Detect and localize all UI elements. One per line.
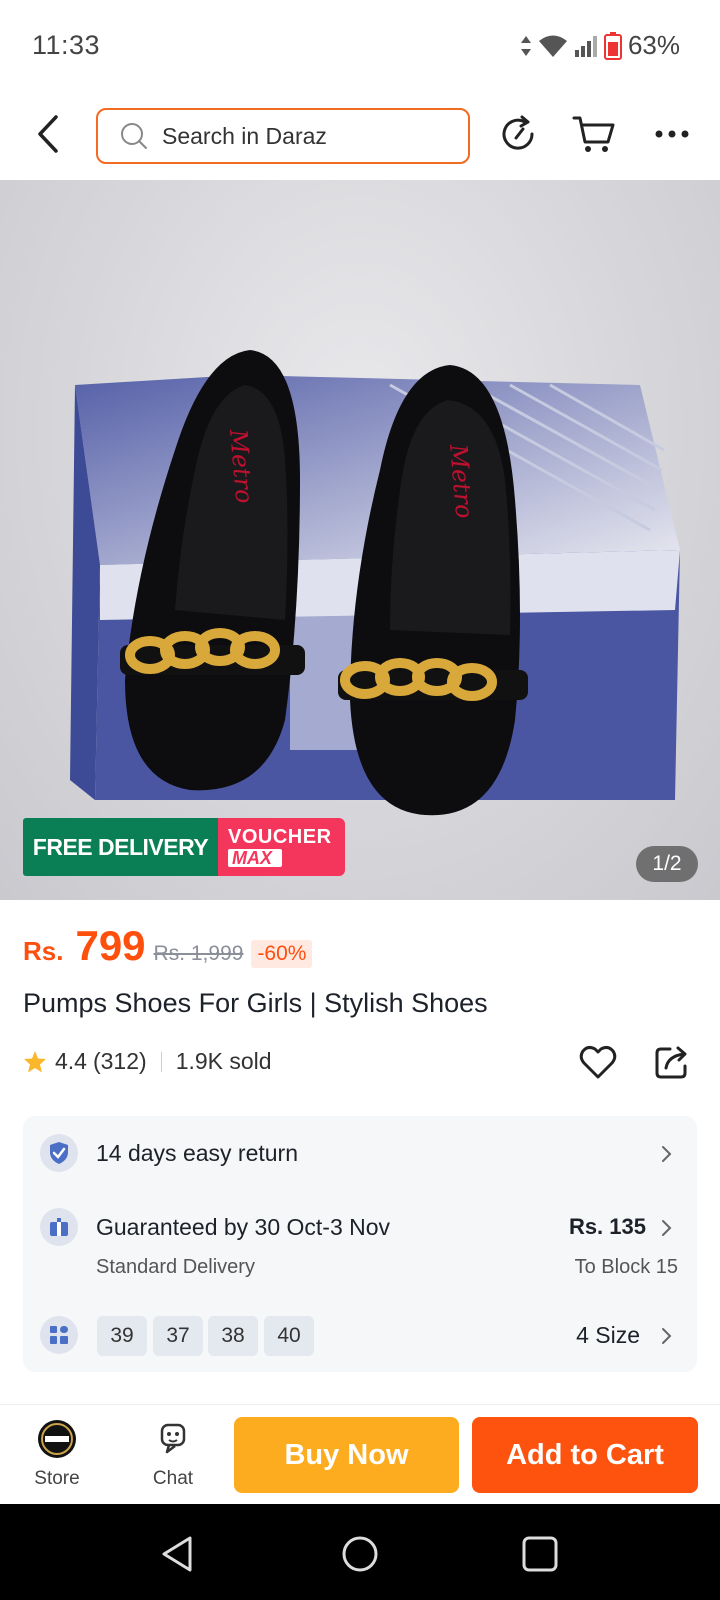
status-bar: 11:33 63% — [0, 0, 720, 96]
wishlist-button[interactable] — [578, 1042, 622, 1086]
price-currency: Rs. — [23, 936, 64, 966]
data-arrows-icon — [520, 35, 531, 56]
share-icon — [655, 1046, 687, 1079]
cart-button[interactable] — [570, 110, 618, 158]
heart-icon — [579, 1045, 617, 1079]
return-shield-icon — [40, 1134, 78, 1172]
top-bar: Search in Daraz — [0, 96, 720, 180]
store-label: Store — [34, 1468, 80, 1489]
delivery-box-icon — [40, 1208, 78, 1246]
history-icon — [502, 115, 534, 150]
search-icon — [121, 123, 147, 149]
product-image[interactable]: Metro Metro — [0, 180, 720, 900]
rating-value: 4.4 — [55, 1048, 87, 1074]
share-button[interactable] — [652, 1042, 696, 1086]
nav-home-icon[interactable] — [338, 1532, 382, 1576]
original-price: Rs. 1,999 — [153, 942, 244, 965]
status-icons: 63% — [520, 30, 680, 61]
history-button[interactable] — [494, 110, 542, 158]
size-option[interactable]: 39 — [97, 1316, 147, 1356]
chevron-right-icon[interactable] — [660, 1144, 674, 1164]
product-photo: Metro Metro — [70, 350, 680, 816]
chat-button[interactable]: Chat — [138, 1419, 208, 1490]
add-to-cart-button[interactable]: Add to Cart — [472, 1417, 698, 1493]
search-input[interactable]: Search in Daraz — [96, 108, 470, 164]
discount-badge: -60% — [251, 940, 313, 968]
delivery-type: Standard Delivery — [96, 1256, 255, 1278]
wifi-icon — [538, 35, 567, 57]
delivery-location: To Block 15 — [574, 1256, 678, 1278]
voucher-max-badge: VOUCHER MAX — [218, 818, 345, 876]
more-button[interactable] — [648, 110, 696, 158]
size-option[interactable]: 37 — [153, 1316, 203, 1356]
status-time: 11:33 — [32, 30, 101, 60]
price-row: Rs. 799 Rs. 1,999 -60% — [23, 922, 313, 970]
signal-icon — [574, 35, 597, 57]
delivery-fee: Rs. 135 — [568, 1214, 646, 1239]
sold-count: 1.9K sold — [175, 1048, 272, 1074]
buy-now-button[interactable]: Buy Now — [234, 1417, 459, 1493]
image-counter: 1/2 — [636, 846, 698, 882]
nav-back-icon[interactable] — [156, 1532, 200, 1576]
current-price: 799 — [75, 922, 146, 969]
chevron-right-icon[interactable] — [660, 1218, 674, 1238]
delivery-guarantee[interactable]: Guaranteed by 30 Oct-3 Nov — [96, 1214, 390, 1241]
store-logo-icon — [38, 1420, 76, 1458]
product-title: Pumps Shoes For Girls | Stylish Shoes — [23, 988, 488, 1018]
back-button[interactable] — [28, 112, 68, 156]
more-icon — [655, 130, 689, 138]
voucher-max-label: MAX — [228, 849, 282, 867]
search-placeholder: Search in Daraz — [162, 122, 327, 149]
variants-grid-icon — [40, 1316, 78, 1354]
voucher-label: VOUCHER — [228, 826, 332, 848]
store-button[interactable]: Store — [22, 1419, 92, 1490]
chat-icon — [160, 1423, 186, 1454]
divider — [160, 1051, 162, 1072]
rating-row[interactable]: 4.4 (312) 1.9K sold — [23, 1048, 272, 1075]
size-option[interactable]: 40 — [264, 1316, 314, 1356]
nav-recents-icon[interactable] — [518, 1532, 562, 1576]
back-arrow-icon — [38, 115, 58, 153]
bottom-action-bar: Store Chat Buy Now Add to Cart — [0, 1404, 720, 1504]
review-count: (312) — [92, 1048, 147, 1074]
cart-icon — [572, 116, 615, 152]
size-option[interactable]: 38 — [208, 1316, 258, 1356]
chevron-right-icon[interactable] — [660, 1326, 674, 1346]
system-nav-bar — [0, 1504, 720, 1600]
battery-icon — [603, 31, 622, 60]
return-policy[interactable]: 14 days easy return — [96, 1140, 298, 1167]
battery-percent: 63% — [627, 30, 680, 60]
size-count[interactable]: 4 Size — [576, 1322, 640, 1349]
star-icon — [24, 1050, 46, 1072]
chat-label: Chat — [152, 1468, 194, 1489]
free-delivery-badge: FREE DELIVERY — [23, 818, 218, 876]
